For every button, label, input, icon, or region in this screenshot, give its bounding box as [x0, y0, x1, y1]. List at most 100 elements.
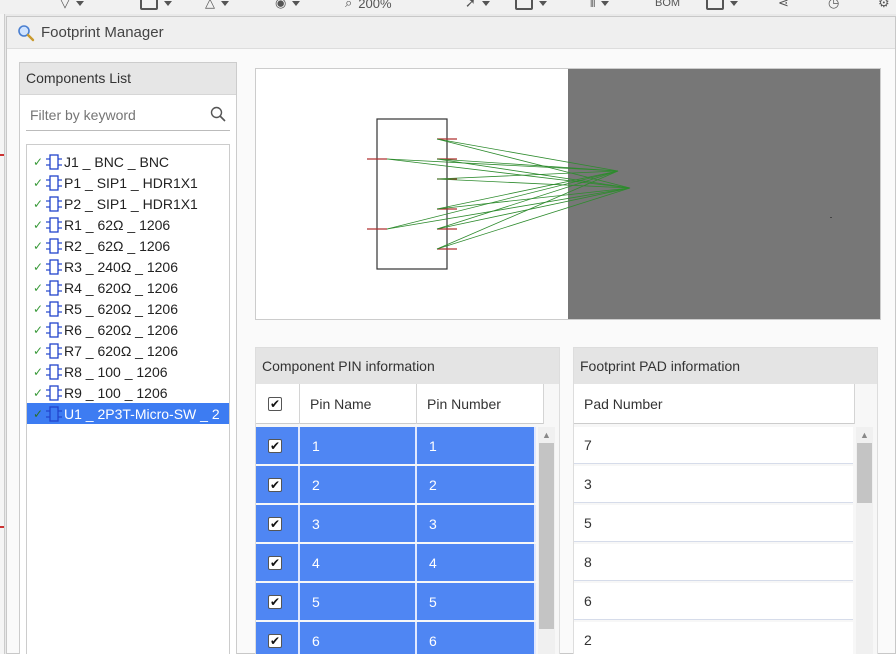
- select-all-checkbox[interactable]: ✔: [268, 397, 282, 411]
- row-checkbox[interactable]: ✔: [268, 633, 282, 648]
- component-label: R9 _ 100 _ 1206: [64, 384, 168, 401]
- zoom-tool[interactable]: ⌕ 200%: [345, 0, 392, 12]
- table-row[interactable]: ✔ 4 4: [256, 544, 536, 583]
- zoom-icon: ⌕: [345, 0, 353, 10]
- check-icon: ✓: [33, 406, 44, 421]
- row-select-cell: ✔: [256, 427, 300, 464]
- share-tool[interactable]: ⋖: [778, 0, 789, 12]
- table-row[interactable]: 7: [574, 427, 853, 466]
- settings-tool[interactable]: ⚙: [878, 0, 890, 12]
- row-select-cell: ✔: [256, 583, 300, 620]
- clock-icon: ◷: [828, 0, 840, 10]
- bom-button[interactable]: BOM: [655, 0, 680, 12]
- funnel-tool[interactable]: ▽: [60, 0, 84, 12]
- row-select-cell: ✔: [256, 466, 300, 503]
- table-row[interactable]: 6: [574, 583, 853, 622]
- component-item[interactable]: ✓ P2 _ SIP1 _ HDR1X1: [27, 193, 229, 214]
- filter-input[interactable]: [26, 100, 202, 129]
- footprint-preview[interactable]: [255, 68, 881, 320]
- pad-scrollbar[interactable]: ▲: [856, 427, 873, 654]
- pin-number-cell: 5: [417, 583, 536, 620]
- component-label: R8 _ 100 _ 1206: [64, 363, 168, 380]
- component-item[interactable]: ✓ R2 _ 62Ω _ 1206: [27, 235, 229, 256]
- table-row[interactable]: ✔ 2 2: [256, 466, 536, 505]
- component-symbol-icon: [46, 174, 62, 191]
- component-item[interactable]: ✓ U1 _ 2P3T-Micro-SW _ 2: [27, 403, 229, 424]
- symbol-body: [376, 118, 448, 270]
- pin-number-col[interactable]: Pin Number: [417, 384, 544, 424]
- component-symbol-icon: [46, 258, 62, 275]
- symbol-ratsnest-drawing: [367, 118, 832, 270]
- component-symbol-icon: [46, 384, 62, 401]
- row-checkbox[interactable]: ✔: [268, 594, 282, 609]
- component-item[interactable]: ✓ R1 _ 62Ω _ 1206: [27, 214, 229, 235]
- component-item[interactable]: ✓ R7 _ 620Ω _ 1206: [27, 340, 229, 361]
- components-list: ✓ J1 _ BNC _ BNC ✓ P1 _ SIP1 _ HDR1X1 ✓ P2 _ …: [26, 144, 230, 654]
- pad-table-body: 735862: [574, 427, 853, 654]
- row-checkbox[interactable]: ✔: [268, 555, 282, 570]
- align-tool[interactable]: [140, 0, 172, 12]
- scroll-up-icon[interactable]: ▲: [856, 427, 873, 443]
- check-icon: ✓: [33, 301, 44, 316]
- search-icon[interactable]: [210, 106, 226, 122]
- pointer-tool[interactable]: ➚: [465, 0, 490, 12]
- pin-name-cell: 3: [300, 505, 417, 542]
- component-item[interactable]: ✓ R8 _ 100 _ 1206: [27, 361, 229, 382]
- scroll-thumb[interactable]: [857, 443, 872, 503]
- component-tool[interactable]: ⫴: [590, 0, 610, 12]
- bom-label: BOM: [655, 0, 681, 9]
- triangle-icon: △: [205, 0, 215, 10]
- pin-scrollbar[interactable]: ▲: [538, 427, 555, 654]
- component-symbol-icon: [46, 195, 62, 212]
- check-icon: ✓: [33, 280, 44, 295]
- component-label: U1 _ 2P3T-Micro-SW _ 2: [64, 405, 220, 422]
- table-row[interactable]: 8: [574, 544, 853, 583]
- scroll-thumb[interactable]: [539, 443, 554, 629]
- dialog-titlebar[interactable]: Footprint Manager: [7, 17, 895, 49]
- component-label: R1 _ 62Ω _ 1206: [64, 216, 171, 233]
- component-item[interactable]: ✓ R9 _ 100 _ 1206: [27, 382, 229, 403]
- table-row[interactable]: 5: [574, 505, 853, 544]
- pad-number-cell: 5: [574, 505, 853, 542]
- component-item[interactable]: ✓ R3 _ 240Ω _ 1206: [27, 256, 229, 277]
- pin-name-cell: 4: [300, 544, 417, 581]
- component-item[interactable]: ✓ J1 _ BNC _ BNC: [27, 151, 229, 172]
- row-checkbox[interactable]: ✔: [268, 516, 282, 531]
- eye-icon: ◉: [275, 0, 287, 10]
- pad-number-cell: 7: [574, 427, 853, 464]
- row-checkbox[interactable]: ✔: [268, 438, 282, 453]
- view-tool[interactable]: ◉: [275, 0, 301, 12]
- component-label: R2 _ 62Ω _ 1206: [64, 237, 171, 254]
- share-icon: ⋖: [778, 0, 789, 10]
- pin-number-cell: 6: [417, 622, 536, 654]
- component-label: R6 _ 620Ω _ 1206: [64, 321, 178, 338]
- component-item[interactable]: ✓ R4 _ 620Ω _ 1206: [27, 277, 229, 298]
- fill-tool[interactable]: [706, 0, 738, 12]
- ratsnest-lines: [386, 138, 631, 250]
- component-item[interactable]: ✓ P1 _ SIP1 _ HDR1X1: [27, 172, 229, 193]
- check-icon: ✓: [33, 364, 44, 379]
- pin-number-cell: 1: [417, 427, 536, 464]
- scroll-up-icon[interactable]: ▲: [538, 427, 555, 443]
- components-panel: Components List ✓ J1 _ BNC _ BNC ✓ P1 _ SIP…: [19, 62, 237, 654]
- row-checkbox[interactable]: ✔: [268, 477, 282, 492]
- pad-number-col[interactable]: Pad Number: [574, 384, 855, 424]
- top-toolbar: ▽ △ ◉ ⌕ 200% ➚ ⫴ BOM ⋖ ◷ ⚙: [0, 0, 896, 14]
- table-row[interactable]: ✔ 6 6: [256, 622, 536, 654]
- component-item[interactable]: ✓ R5 _ 620Ω _ 1206: [27, 298, 229, 319]
- table-row[interactable]: 2: [574, 622, 853, 654]
- image-icon: [515, 0, 533, 10]
- table-row[interactable]: ✔ 3 3: [256, 505, 536, 544]
- component-icon: ⫴: [590, 0, 596, 10]
- measure-tool[interactable]: △: [205, 0, 229, 12]
- component-item[interactable]: ✓ R6 _ 620Ω _ 1206: [27, 319, 229, 340]
- pin-name-col[interactable]: Pin Name: [300, 384, 417, 424]
- table-row[interactable]: ✔ 1 1: [256, 427, 536, 466]
- image-tool[interactable]: [515, 0, 547, 12]
- component-label: R5 _ 620Ω _ 1206: [64, 300, 178, 317]
- table-row[interactable]: 3: [574, 466, 853, 505]
- table-row[interactable]: ✔ 5 5: [256, 583, 536, 622]
- check-icon: ✓: [33, 154, 44, 169]
- history-tool[interactable]: ◷: [828, 0, 839, 12]
- component-symbol-icon: [46, 300, 62, 317]
